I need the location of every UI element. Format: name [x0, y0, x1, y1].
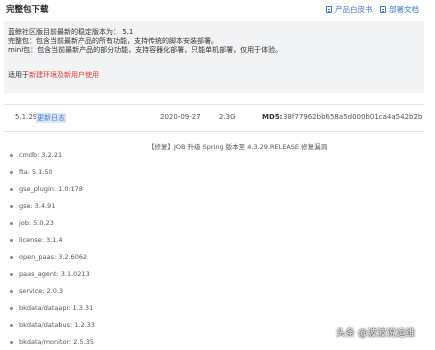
- component-label: gse: 3.4.91: [19, 202, 56, 210]
- md5-value: 38f77962bb658a5d000b01ca4a542b2b: [283, 113, 423, 121]
- component-label: paas_agent: 3.1.0213: [19, 270, 90, 278]
- document-icon: [326, 6, 332, 13]
- component-label: license: 3.1.4: [19, 236, 63, 244]
- version-notice: 蓝鲸社区版目前最新的稳定版本为： 5.1 完整包：包含当前最新产品的所有功能，支…: [4, 21, 424, 93]
- notice-line-2: 完整包：包含当前最新产品的所有功能，支持传统的脚本安装部署。: [8, 37, 218, 45]
- list-item: open_paas: 3.2.6062: [10, 253, 87, 261]
- release-date: 2020-09-27: [160, 113, 201, 121]
- list-item: fta: 5.1.50: [10, 168, 53, 176]
- bullet-icon: [10, 289, 13, 293]
- changelog-link[interactable]: 更新日志: [36, 113, 66, 123]
- release-version: 5.1.29: [15, 113, 38, 121]
- list-item: service: 2.0.3: [10, 287, 63, 295]
- page-title: 完整包下载: [6, 5, 49, 15]
- md5-label: MD5:: [262, 113, 283, 121]
- bullet-icon: [10, 272, 13, 276]
- bullet-icon: [10, 238, 13, 242]
- component-label: bkdata/databus: 1.2.33: [19, 321, 95, 329]
- bullet-icon: [10, 170, 13, 174]
- release-row: 5.1.29 更新日志 2020-09-27 2.3G MD5: 38f7796…: [0, 111, 435, 125]
- deploy-doc-link-label: 部署文档: [389, 5, 419, 14]
- component-label: service: 2.0.3: [19, 287, 64, 295]
- list-item: cmdb: 3.2.21: [10, 151, 62, 159]
- release-note: 【修复】JOB 升级 Spring 版本至 4.3.29.RELEASE 修复漏…: [148, 143, 328, 151]
- list-item: paas_agent: 3.1.0213: [10, 270, 90, 278]
- list-item: job: 5.0.23: [10, 219, 54, 227]
- bullet-icon: [10, 221, 13, 225]
- notice-line-3: mini包：包含当前最新产品的部分功能，支持容器化部署，只能单机部署，仅用于体验…: [8, 46, 283, 54]
- bullet-icon: [10, 340, 13, 344]
- bullet-icon: [10, 255, 13, 259]
- document-icon: [380, 6, 386, 13]
- list-item: bkdata/dataapi: 1.3.31: [10, 304, 93, 312]
- component-label: cmdb: 3.2.21: [19, 151, 63, 159]
- deploy-doc-link[interactable]: 部署文档: [380, 4, 419, 15]
- whitepaper-link[interactable]: 产品白皮书: [326, 4, 373, 15]
- component-label: fta: 5.1.50: [19, 168, 53, 176]
- list-item: gse_plugin: 1.0.178: [10, 185, 83, 193]
- notice-line-4-prefix: 适用于: [8, 71, 29, 79]
- component-label: gse_plugin: 1.0.178: [19, 185, 83, 193]
- bullet-icon: [10, 306, 13, 310]
- component-label: job: 5.0.23: [19, 219, 54, 227]
- divider: [4, 104, 424, 105]
- list-item: bkdata/monitor: 2.5.35: [10, 338, 94, 346]
- bullet-icon: [10, 187, 13, 191]
- release-size: 2.3G: [219, 113, 236, 121]
- notice-highlight: 新建环境及新用户使用: [29, 71, 99, 79]
- list-item: gse: 3.4.91: [10, 202, 55, 210]
- bullet-icon: [10, 204, 13, 208]
- watermark: 头条 @波波说运维: [336, 328, 416, 339]
- notice-line-1: 蓝鲸社区版目前最新的稳定版本为： 5.1: [8, 28, 134, 36]
- component-label: open_paas: 3.2.6062: [19, 253, 88, 261]
- component-label: bkdata/monitor: 2.5.35: [19, 338, 94, 346]
- bullet-icon: [10, 323, 13, 327]
- notice-line-4: 适用于新建环境及新用户使用: [8, 71, 99, 80]
- whitepaper-link-label: 产品白皮书: [335, 5, 373, 14]
- bullet-icon: [10, 153, 13, 157]
- component-label: bkdata/dataapi: 1.3.31: [19, 304, 94, 312]
- page-header: 完整包下载 产品白皮书 部署文档: [0, 0, 435, 20]
- divider: [4, 131, 424, 132]
- list-item: license: 3.1.4: [10, 236, 63, 244]
- list-item: bkdata/databus: 1.2.33: [10, 321, 95, 329]
